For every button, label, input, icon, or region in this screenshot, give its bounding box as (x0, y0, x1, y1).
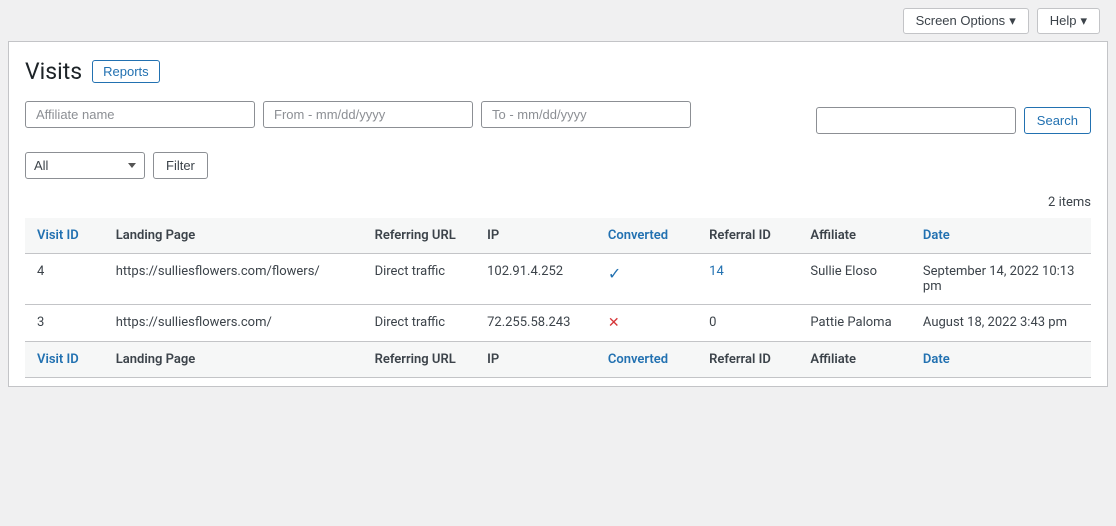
table-footer: Visit ID Landing Page Referring URL IP C… (25, 342, 1091, 378)
cell-referral-1: 14 (697, 254, 798, 305)
help-chevron-icon: ▾ (1080, 13, 1087, 29)
col-header-referring-url: Referring URL (363, 218, 476, 254)
reports-button[interactable]: Reports (92, 60, 160, 83)
cell-referring-1: Direct traffic (363, 254, 476, 305)
cell-ip-2: 72.255.58.243 (475, 305, 596, 342)
screen-options-button[interactable]: Screen Options ▾ (903, 8, 1029, 34)
col-header-visit-id: Visit ID (25, 218, 104, 254)
col-header-referral-id: Referral ID (697, 218, 798, 254)
cross-icon: ✕ (608, 315, 620, 331)
cell-converted-1: ✓ (596, 254, 697, 305)
items-count: 2 items (25, 195, 1091, 210)
page-title: Visits (25, 58, 82, 85)
footer-date-link[interactable]: Date (923, 352, 950, 367)
screen-options-chevron-icon: ▾ (1009, 13, 1016, 29)
cell-referral-2: 0 (697, 305, 798, 342)
footer-cell-landing: Landing Page (104, 342, 363, 378)
referral-id-link-1[interactable]: 14 (709, 264, 724, 279)
col-header-ip: IP (475, 218, 596, 254)
footer-cell-referring: Referring URL (363, 342, 476, 378)
cell-affiliate-1: Sullie Eloso (798, 254, 911, 305)
footer-visit-id-link[interactable]: Visit ID (37, 352, 79, 367)
from-date-input[interactable] (263, 101, 473, 128)
filter-row-2: All Converted Not Converted Filter (25, 152, 1091, 179)
visit-id-sort-link[interactable]: Visit ID (37, 228, 79, 243)
table-row: 4 https://sulliesflowers.com/flowers/ Di… (25, 254, 1091, 305)
cell-date-2: August 18, 2022 3:43 pm (911, 305, 1091, 342)
visits-table: Visit ID Landing Page Referring URL IP C… (25, 218, 1091, 378)
search-input-wrap: Search (816, 107, 1091, 134)
page-heading-area: Visits Reports (25, 58, 1091, 85)
cell-affiliate-2: Pattie Paloma (798, 305, 911, 342)
col-header-affiliate: Affiliate (798, 218, 911, 254)
col-header-landing-page: Landing Page (104, 218, 363, 254)
cell-landing-1: https://sulliesflowers.com/flowers/ (104, 254, 363, 305)
table-header-row: Visit ID Landing Page Referring URL IP C… (25, 218, 1091, 254)
footer-cell-converted: Converted (596, 342, 697, 378)
date-sort-link[interactable]: Date (923, 228, 950, 243)
footer-cell-date: Date (911, 342, 1091, 378)
table-header: Visit ID Landing Page Referring URL IP C… (25, 218, 1091, 254)
footer-cell-ip: IP (475, 342, 596, 378)
table-footer-row: Visit ID Landing Page Referring URL IP C… (25, 342, 1091, 378)
help-button[interactable]: Help ▾ (1037, 8, 1100, 34)
cell-visit-id-1: 4 (25, 254, 104, 305)
table-body: 4 https://sulliesflowers.com/flowers/ Di… (25, 254, 1091, 342)
all-select[interactable]: All Converted Not Converted (25, 152, 145, 179)
help-label: Help (1050, 13, 1077, 28)
cell-converted-2: ✕ (596, 305, 697, 342)
table-row: 3 https://sulliesflowers.com/ Direct tra… (25, 305, 1091, 342)
footer-converted-link[interactable]: Converted (608, 352, 668, 367)
footer-cell-affiliate: Affiliate (798, 342, 911, 378)
check-icon: ✓ (608, 264, 621, 283)
cell-landing-2: https://sulliesflowers.com/ (104, 305, 363, 342)
filter-button[interactable]: Filter (153, 152, 208, 179)
filter-row-1: Search (25, 101, 1091, 140)
converted-sort-link[interactable]: Converted (608, 228, 668, 243)
col-header-converted: Converted (596, 218, 697, 254)
to-date-input[interactable] (481, 101, 691, 128)
screen-options-label: Screen Options (916, 13, 1006, 28)
content-area: Visits Reports Search All Converted Not … (8, 41, 1108, 387)
cell-visit-id-2: 3 (25, 305, 104, 342)
cell-date-1: September 14, 2022 10:13 pm (911, 254, 1091, 305)
col-header-date: Date (911, 218, 1091, 254)
search-button[interactable]: Search (1024, 107, 1091, 134)
footer-cell-referral: Referral ID (697, 342, 798, 378)
affiliate-name-input[interactable] (25, 101, 255, 128)
top-bar: Screen Options ▾ Help ▾ (0, 0, 1116, 41)
page-wrapper: Screen Options ▾ Help ▾ Visits Reports S… (0, 0, 1116, 526)
cell-ip-1: 102.91.4.252 (475, 254, 596, 305)
footer-cell-visit-id: Visit ID (25, 342, 104, 378)
search-input[interactable] (816, 107, 1016, 134)
cell-referring-2: Direct traffic (363, 305, 476, 342)
